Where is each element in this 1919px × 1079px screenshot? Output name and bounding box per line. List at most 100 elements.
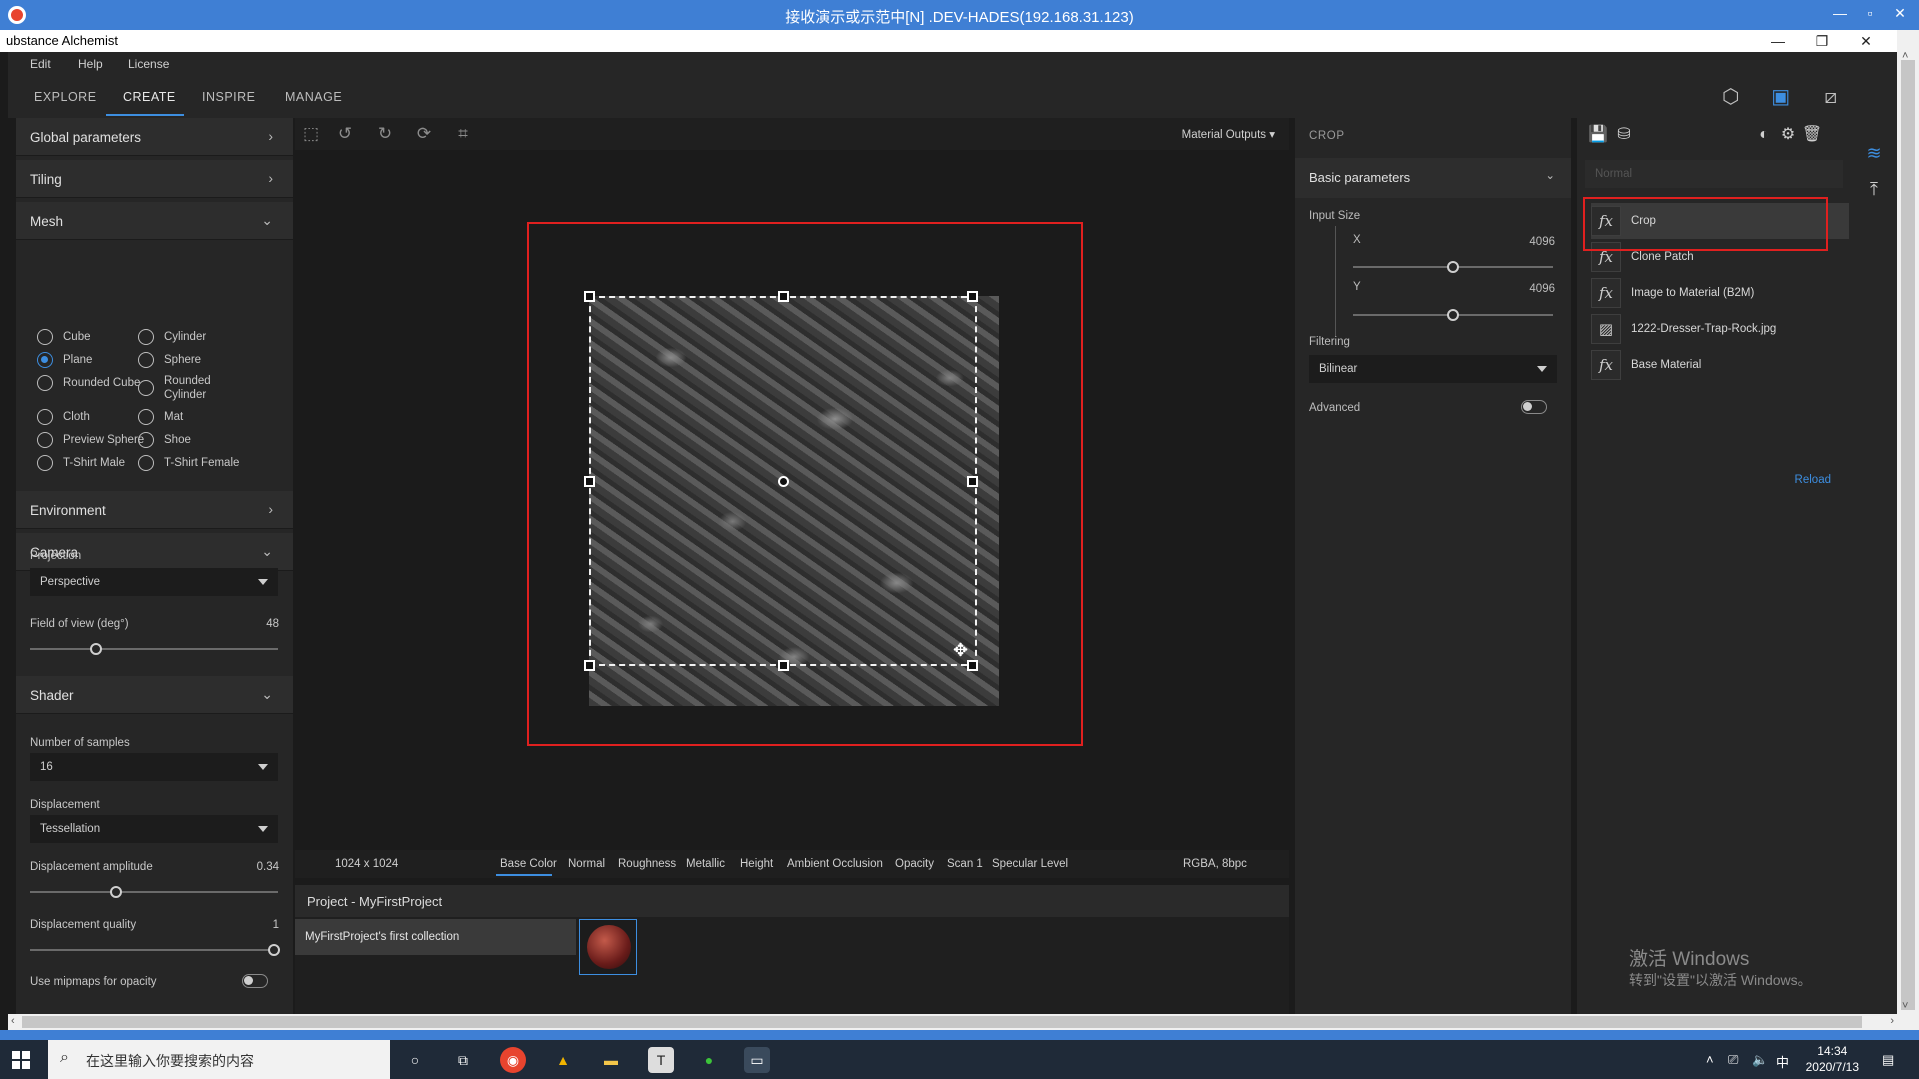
taskbar-search-box[interactable]: ⌕ 在这里输入你要搜索的内容: [48, 1040, 390, 1079]
slider-knob[interactable]: [1447, 309, 1459, 321]
material-outputs-dropdown[interactable]: Material Outputs ▾: [1182, 127, 1275, 141]
reset-crop-icon[interactable]: ⌗: [451, 122, 475, 146]
channel-specular-level[interactable]: Specular Level: [992, 858, 1068, 870]
layer-item-image[interactable]: ▨ 1222-Dresser-Trap-Rock.jpg: [1591, 311, 1849, 347]
basic-parameters-header[interactable]: Basic parameters ⌄: [1295, 158, 1571, 198]
mask-icon[interactable]: ◐: [1753, 124, 1775, 146]
chrome-icon[interactable]: ◉: [500, 1047, 526, 1073]
ime-indicator[interactable]: 中: [1776, 1052, 1789, 1071]
scroll-down-icon[interactable]: ˅: [1902, 1000, 1908, 1012]
mipmaps-toggle[interactable]: [242, 974, 268, 988]
displacement-amplitude-slider[interactable]: [30, 886, 278, 898]
radio-icon[interactable]: [37, 329, 53, 345]
cortana-icon[interactable]: ○: [402, 1047, 428, 1073]
tab-inspire[interactable]: INSPIRE: [202, 90, 256, 104]
radio-icon[interactable]: [138, 409, 154, 425]
slider-knob[interactable]: [268, 944, 280, 956]
tab-manage[interactable]: MANAGE: [285, 90, 342, 104]
channel-scan-1[interactable]: Scan 1: [947, 858, 983, 870]
crop-center-handle[interactable]: [778, 476, 789, 487]
network-icon[interactable]: ⎚: [1728, 1052, 1738, 1068]
channel-roughness[interactable]: Roughness: [618, 858, 676, 870]
app-close-button[interactable]: ✕: [1845, 30, 1887, 52]
channel-base-color[interactable]: Base Color: [500, 858, 557, 870]
vertical-scrollbar[interactable]: ˄ ˅: [1897, 30, 1919, 1030]
scroll-left-icon[interactable]: ‹: [11, 1015, 15, 1027]
material-thumbnail[interactable]: [579, 919, 637, 975]
radio-icon[interactable]: [37, 455, 53, 471]
slider-knob[interactable]: [90, 643, 102, 655]
file-explorer-icon[interactable]: ▬: [598, 1047, 624, 1073]
tab-explore[interactable]: EXPLORE: [34, 90, 97, 104]
radio-icon[interactable]: [138, 432, 154, 448]
crop-handle-left[interactable]: [584, 476, 595, 487]
channel-opacity[interactable]: Opacity: [895, 858, 934, 870]
menu-help[interactable]: Help: [78, 57, 103, 71]
reload-link[interactable]: Reload: [1795, 474, 1831, 486]
radio-icon[interactable]: [138, 352, 154, 368]
taskbar-clock[interactable]: 14:34 2020/7/13: [1806, 1043, 1859, 1075]
delete-icon[interactable]: 🗑: [1801, 124, 1823, 146]
filter-settings-icon[interactable]: ⚙: [1777, 124, 1799, 146]
export-icon[interactable]: ⤒: [1863, 178, 1885, 200]
horizontal-scrollbar[interactable]: ‹ ›: [8, 1014, 1897, 1030]
tiling-header[interactable]: Tiling ›: [16, 160, 293, 198]
fov-slider[interactable]: [30, 643, 278, 655]
3d-view-icon[interactable]: ⬡: [1719, 85, 1743, 109]
remote-maximize-button[interactable]: ▫: [1856, 2, 1884, 24]
radio-icon[interactable]: [138, 380, 154, 396]
text-editor-icon[interactable]: T: [648, 1047, 674, 1073]
tray-expand-icon[interactable]: ˄: [1706, 1052, 1714, 1067]
crop-handle-top-left[interactable]: [584, 291, 595, 302]
task-view-icon[interactable]: ⧉: [450, 1047, 476, 1073]
remote-close-button[interactable]: ✕: [1886, 2, 1914, 24]
split-view-icon[interactable]: ⧄: [1819, 85, 1843, 109]
radio-selected-icon[interactable]: [37, 352, 53, 368]
notification-icon[interactable]: ▤: [1882, 1052, 1894, 1068]
input-size-y-slider[interactable]: [1353, 309, 1553, 321]
global-parameters-header[interactable]: Global parameters ›: [16, 118, 293, 156]
crop-handle-bottom-left[interactable]: [584, 660, 595, 671]
layer-item-base-material[interactable]: fx Base Material: [1591, 347, 1849, 383]
shader-header[interactable]: Shader ⌄: [16, 676, 293, 714]
crop-rectangle[interactable]: ✥: [584, 291, 978, 671]
channel-normal[interactable]: Normal: [568, 858, 605, 870]
scrollbar-thumb[interactable]: [22, 1016, 1862, 1028]
crop-handle-bottom[interactable]: [778, 660, 789, 671]
crop-handle-top[interactable]: [778, 291, 789, 302]
radio-icon[interactable]: [37, 432, 53, 448]
rotate-left-90-icon[interactable]: ↺: [333, 122, 357, 146]
layers-icon[interactable]: ≋: [1863, 142, 1885, 164]
windows-start-icon[interactable]: [12, 1051, 30, 1069]
layer-item-b2m[interactable]: fx Image to Material (B2M): [1591, 275, 1849, 311]
channel-metallic[interactable]: Metallic: [686, 858, 725, 870]
crop-handle-top-right[interactable]: [967, 291, 978, 302]
remote-desktop-icon[interactable]: ▭: [744, 1047, 770, 1073]
crop-select-icon[interactable]: ⬚: [299, 122, 323, 146]
samples-select[interactable]: 16: [30, 753, 278, 781]
input-size-x-slider[interactable]: [1353, 261, 1553, 273]
2d-view-icon[interactable]: ▣: [1769, 85, 1793, 109]
menu-edit[interactable]: Edit: [30, 57, 51, 71]
radio-icon[interactable]: [138, 329, 154, 345]
crop-handle-right[interactable]: [967, 476, 978, 487]
tab-create[interactable]: CREATE: [123, 90, 176, 104]
channel-ambient-occlusion[interactable]: Ambient Occlusion: [787, 858, 883, 870]
channel-height[interactable]: Height: [740, 858, 773, 870]
blend-mode-select[interactable]: Normal: [1585, 160, 1843, 188]
wechat-icon[interactable]: ●: [696, 1047, 722, 1073]
displacement-quality-slider[interactable]: [30, 944, 280, 956]
slider-knob[interactable]: [110, 886, 122, 898]
free-rotate-icon[interactable]: ⟳: [412, 122, 436, 146]
triangle-app-icon[interactable]: ▲: [550, 1047, 576, 1073]
save-icon[interactable]: 💾: [1587, 124, 1609, 146]
scroll-right-icon[interactable]: ›: [1890, 1015, 1894, 1027]
remote-minimize-button[interactable]: —: [1826, 2, 1854, 24]
radio-icon[interactable]: [37, 409, 53, 425]
environment-header[interactable]: Environment ›: [16, 491, 293, 529]
radio-icon[interactable]: [37, 375, 53, 391]
scrollbar-thumb[interactable]: [1901, 60, 1915, 1010]
crop-handle-bottom-right[interactable]: [967, 660, 978, 671]
menu-license[interactable]: License: [128, 57, 169, 71]
radio-icon[interactable]: [138, 455, 154, 471]
